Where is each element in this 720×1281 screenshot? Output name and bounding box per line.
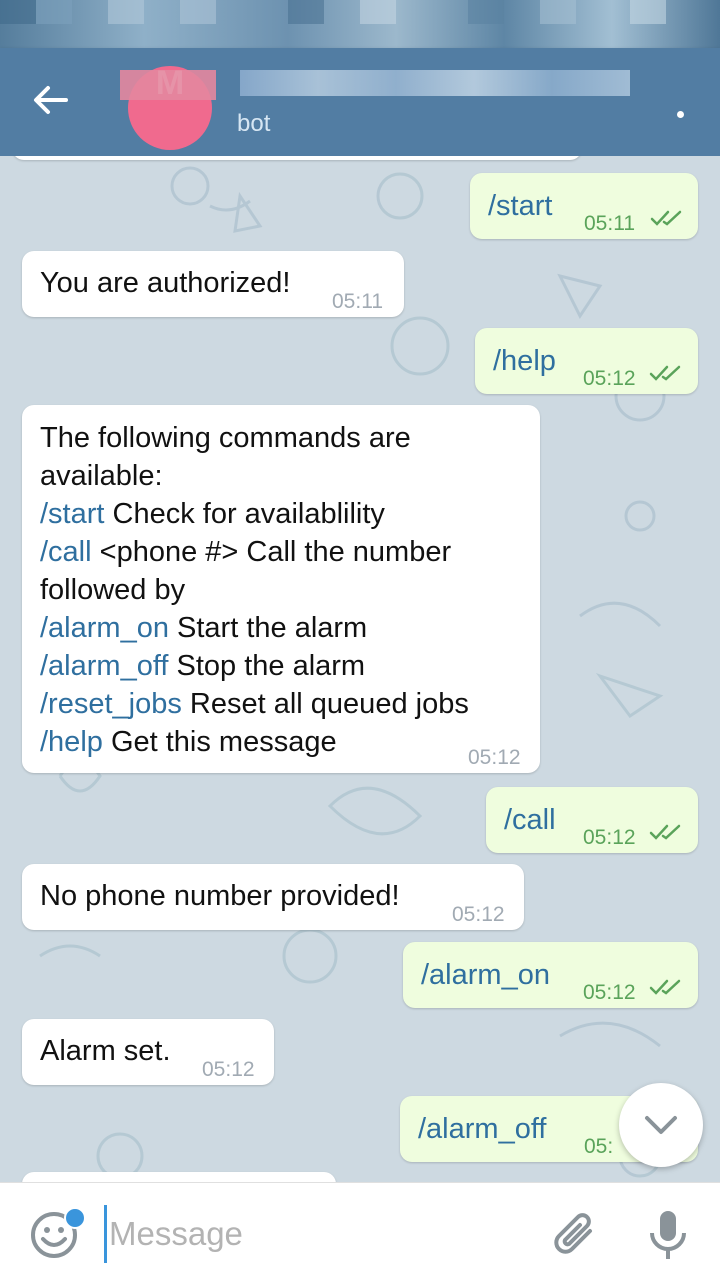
double-check-icon bbox=[650, 210, 682, 226]
message-time: 05:11 bbox=[332, 290, 383, 313]
message-text[interactable]: /alarm_on bbox=[421, 956, 550, 994]
status-pixel bbox=[468, 0, 504, 24]
chat-header: M bot bbox=[0, 48, 720, 156]
chat-subtitle: bot bbox=[237, 110, 271, 137]
back-button[interactable] bbox=[22, 76, 78, 124]
arrow-back-icon bbox=[34, 86, 68, 114]
voice-record-button[interactable] bbox=[646, 1207, 690, 1263]
message-time: 05:12 bbox=[202, 1058, 255, 1081]
outgoing-message[interactable]: /alarm_on 05:12 bbox=[403, 942, 698, 1008]
outgoing-message[interactable]: /call 05:12 bbox=[486, 787, 698, 853]
command-description: Stop the alarm bbox=[168, 650, 366, 682]
outgoing-message[interactable]: /start 05:11 bbox=[470, 173, 698, 239]
status-pixel bbox=[540, 0, 576, 24]
incoming-message[interactable]: No phone number provided! 05:12 bbox=[22, 864, 524, 930]
message-line: followed by bbox=[40, 574, 186, 606]
command-description: Start the alarm bbox=[168, 612, 368, 644]
message-line: available: bbox=[40, 460, 163, 492]
message-time: 05:12 bbox=[452, 903, 505, 926]
message-time: 05:12 bbox=[583, 981, 636, 1004]
double-check-icon bbox=[649, 824, 681, 840]
double-check-icon bbox=[649, 979, 681, 995]
status-pixel bbox=[360, 0, 396, 24]
outgoing-message[interactable]: /help 05:12 bbox=[475, 328, 698, 394]
microphone-icon bbox=[650, 1211, 686, 1259]
chat-title-redacted[interactable] bbox=[240, 70, 630, 96]
incoming-message[interactable]: The following commands are available: /s… bbox=[22, 405, 540, 773]
command-link[interactable]: /start bbox=[40, 498, 104, 530]
message-list[interactable]: /start 05:11 You are authorized! 05:11 /… bbox=[0, 156, 720, 1182]
double-check-icon bbox=[649, 365, 681, 381]
status-pixel bbox=[180, 0, 216, 24]
more-menu-button[interactable] bbox=[670, 104, 690, 124]
command-link[interactable]: /help bbox=[40, 726, 103, 758]
message-line: /alarm_on Start the alarm bbox=[40, 609, 540, 647]
message-bubble-partial[interactable] bbox=[22, 1172, 336, 1182]
message-line: /alarm_off Stop the alarm bbox=[40, 647, 540, 685]
command-description: Get this message bbox=[102, 726, 337, 758]
status-bar bbox=[0, 0, 720, 48]
message-line: /call <phone #> Call the number bbox=[40, 533, 540, 571]
command-description: <phone #> Call the number bbox=[91, 536, 452, 568]
command-link[interactable]: /alarm_on bbox=[40, 612, 169, 644]
chat-title-redacted bbox=[120, 70, 216, 100]
incoming-message[interactable]: You are authorized! 05:11 bbox=[22, 251, 404, 317]
command-link[interactable]: /call bbox=[40, 536, 92, 568]
message-line: /help Get this message bbox=[40, 723, 540, 761]
more-vert-icon bbox=[676, 110, 684, 118]
message-line: /start Check for availablility bbox=[40, 495, 540, 533]
message-text[interactable]: /call bbox=[504, 801, 556, 839]
status-pixel bbox=[630, 0, 666, 24]
message-text: Alarm set. bbox=[40, 1035, 171, 1067]
command-description: Reset all queued jobs bbox=[181, 688, 469, 720]
message-time: 05:12 bbox=[583, 826, 636, 849]
chevron-down-icon bbox=[645, 1116, 677, 1134]
message-text[interactable]: /start bbox=[488, 187, 552, 225]
status-pixel bbox=[0, 0, 36, 24]
message-text[interactable]: /help bbox=[493, 342, 556, 380]
command-description: Check for availablility bbox=[104, 498, 385, 530]
message-time: 05:11 bbox=[584, 212, 635, 235]
paperclip-icon bbox=[554, 1213, 592, 1254]
message-line: The following commands are bbox=[40, 422, 411, 454]
message-text: No phone number provided! bbox=[40, 880, 400, 912]
message-time: 05: bbox=[584, 1135, 614, 1158]
message-bubble-partial[interactable] bbox=[12, 156, 582, 160]
command-link[interactable]: /reset_jobs bbox=[40, 688, 182, 720]
message-text: You are authorized! bbox=[40, 267, 291, 299]
message-time: 05:12 bbox=[468, 746, 521, 769]
status-pixel bbox=[108, 0, 144, 24]
message-time: 05:12 bbox=[583, 367, 636, 390]
scroll-down-button[interactable] bbox=[619, 1083, 703, 1167]
attach-button[interactable] bbox=[552, 1209, 600, 1261]
message-composer bbox=[0, 1182, 720, 1281]
message-input[interactable] bbox=[104, 1205, 531, 1263]
notification-dot bbox=[64, 1207, 86, 1229]
message-text[interactable]: /alarm_off bbox=[418, 1110, 546, 1148]
incoming-message[interactable]: Alarm set. 05:12 bbox=[22, 1019, 274, 1085]
message-line: /reset_jobs Reset all queued jobs bbox=[40, 685, 540, 723]
status-pixel bbox=[36, 0, 72, 24]
command-link[interactable]: /alarm_off bbox=[40, 650, 168, 682]
status-pixel bbox=[288, 0, 324, 24]
